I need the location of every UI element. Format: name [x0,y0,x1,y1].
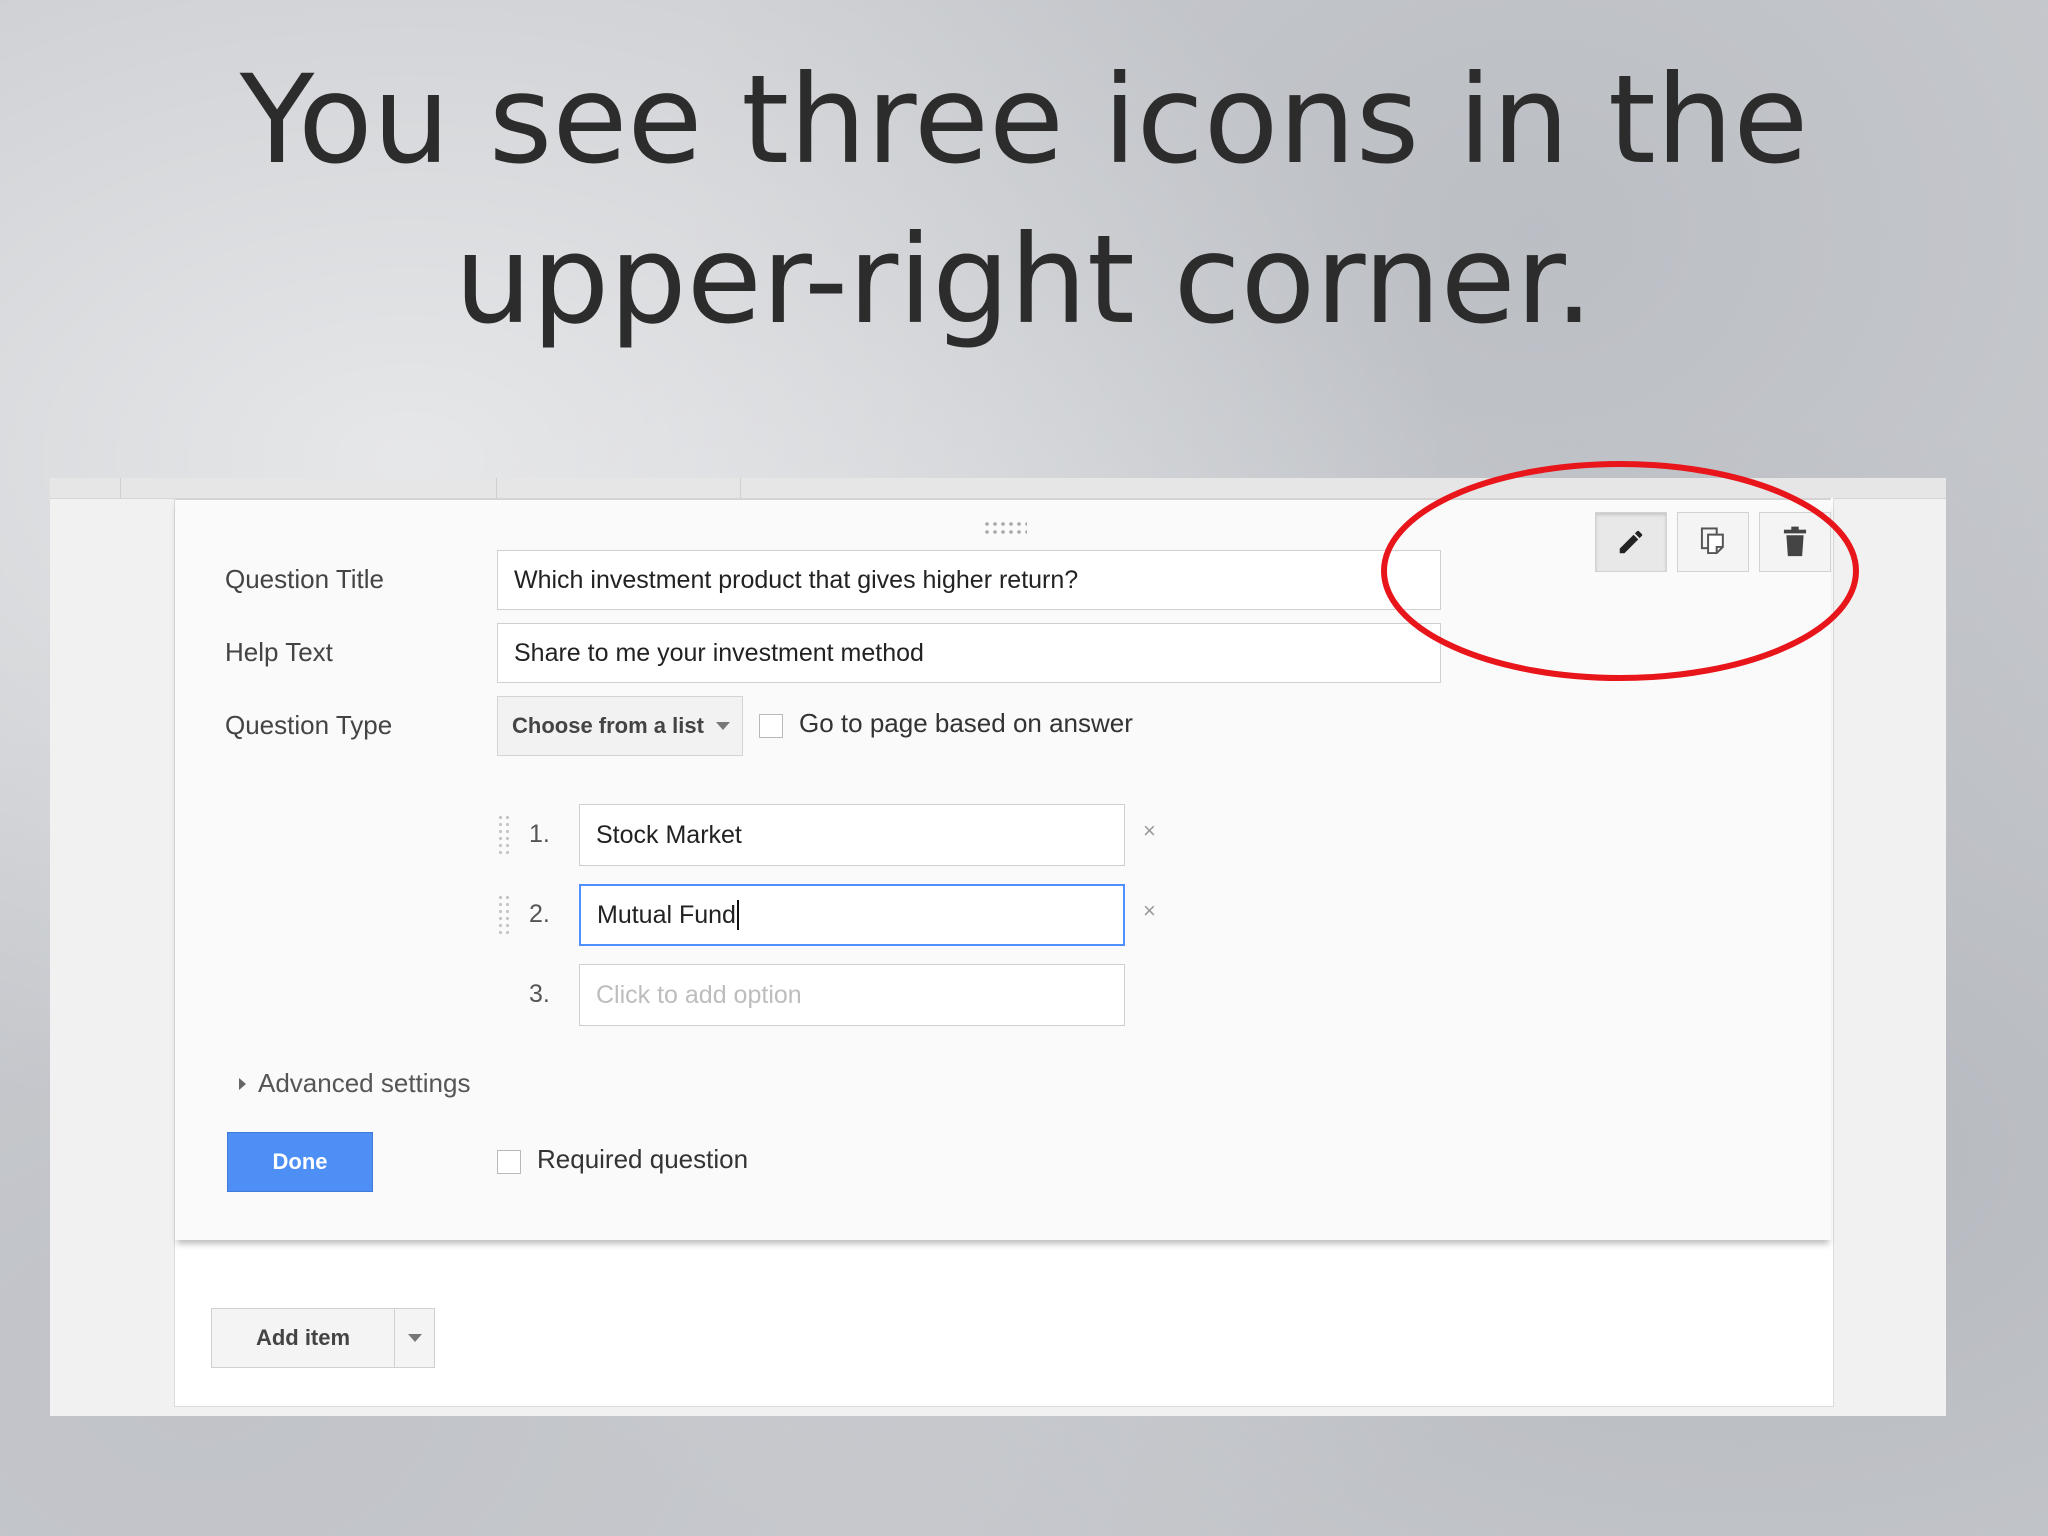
question-title-label: Question Title [225,564,384,594]
add-option-placeholder: Click to add option [596,980,802,1009]
question-type-select[interactable]: Choose from a list [497,696,743,756]
remove-option-1-icon[interactable]: × [1143,818,1156,844]
option-number: 2. [529,900,550,928]
tab-divider [120,478,121,498]
option-number: 3. [529,980,550,1008]
help-text-value: Share to me your investment method [514,638,924,667]
done-button[interactable]: Done [227,1132,373,1192]
question-title-input[interactable]: Which investment product that gives high… [497,550,1441,610]
chevron-down-icon [715,722,730,730]
go-to-page-label: Go to page based on answer [799,708,1133,738]
chevron-down-icon [407,1334,422,1342]
help-text-input[interactable]: Share to me your investment method [497,623,1441,683]
add-item-dropdown-button[interactable] [395,1308,435,1368]
chevron-right-icon [239,1077,246,1090]
add-option-input[interactable]: Click to add option [579,964,1125,1026]
advanced-settings-label: Advanced settings [258,1068,471,1098]
slide-title: You see three icons in the upper-right c… [0,40,2048,360]
go-to-page-checkbox[interactable] [759,714,783,738]
slide-title-line-1: You see three icons in the [239,49,1809,191]
advanced-settings-toggle[interactable]: Advanced settings [239,1068,470,1099]
required-question-label: Required question [537,1144,749,1174]
help-text-label: Help Text [225,637,333,667]
option-input-2[interactable]: Mutual Fund [579,884,1125,946]
option-drag-handle[interactable] [497,814,511,854]
tab-divider [496,478,497,498]
question-title-value: Which investment product that gives high… [514,565,1079,594]
option-number: 1. [529,820,550,848]
option-drag-handle[interactable] [497,894,511,934]
card-drag-handle[interactable] [983,520,1027,536]
option-value-1: Stock Market [596,820,742,849]
slide-title-line-2: upper-right corner. [454,209,1594,351]
option-value-2: Mutual Fund [597,900,736,929]
highlight-circle [1381,461,1859,681]
option-input-1[interactable]: Stock Market [579,804,1125,866]
question-type-selected: Choose from a list [512,713,704,738]
tab-divider [740,478,741,498]
add-item-button[interactable]: Add item [211,1308,395,1368]
required-question-checkbox[interactable] [497,1150,521,1174]
question-type-label: Question Type [225,710,393,740]
text-caret [736,900,739,930]
remove-option-2-icon[interactable]: × [1143,898,1156,924]
